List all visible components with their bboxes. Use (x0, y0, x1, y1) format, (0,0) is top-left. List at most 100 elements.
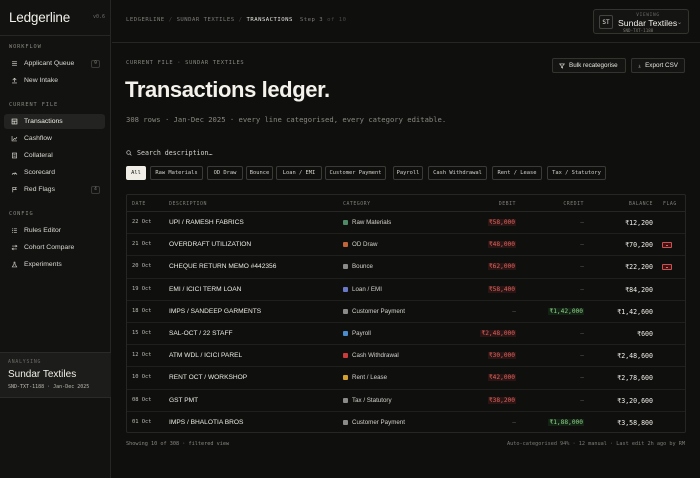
filter-chip-customer-payment[interactable]: Customer Payment (325, 166, 386, 180)
column-header-category[interactable]: CATEGORY (343, 201, 371, 207)
analysing-label: ANALYSING (8, 360, 42, 365)
category-label: Customer Payment (352, 307, 405, 315)
cell-debit: ₹48,000 (487, 241, 516, 249)
red-flag-icon[interactable] (662, 264, 672, 271)
filter-chip-rent-lease[interactable]: Rent / Lease (492, 166, 542, 180)
download-icon (638, 64, 641, 67)
list-icon (9, 227, 19, 234)
category-swatch (343, 286, 348, 292)
column-header-date[interactable]: DATE (132, 201, 146, 207)
analysing-name: Sundar Textiles (8, 369, 77, 380)
cell-date: 21 Oct (132, 241, 152, 248)
sidebar-item-experiments[interactable]: Experiments (4, 257, 105, 272)
filter-chip-all[interactable]: All (126, 166, 146, 180)
sidebar-item-cashflow[interactable]: Cashflow (4, 131, 105, 146)
cell-debit: ₹58,400 (487, 285, 516, 293)
filter-chip-payroll[interactable]: Payroll (393, 166, 423, 180)
transactions-table: DATE DESCRIPTION CATEGORY DEBIT CREDIT B… (126, 194, 686, 433)
category-tag[interactable]: Payroll (343, 330, 371, 337)
analysing-meta: SND-TXT-1188 · Jan-Dec 2025 (8, 384, 90, 390)
category-label: Loan / EMI (352, 285, 382, 293)
category-tag[interactable]: Rent / Lease (343, 374, 387, 381)
chart-icon (9, 135, 19, 142)
category-swatch (343, 419, 348, 425)
filter-chip-od-draw[interactable]: OD Draw (207, 166, 243, 180)
page-title: Transactions ledger. (125, 77, 330, 102)
table-footer-status: Auto-categorised 94% · 12 manual · Last … (506, 441, 685, 447)
category-tag[interactable]: Customer Payment (343, 308, 405, 315)
category-tag[interactable]: Raw Materials (343, 219, 391, 226)
filter-chip-tax-statutory[interactable]: Tax / Statutory (547, 166, 606, 180)
table-row[interactable]: 12 Oct ATM WDL / ICICI PAREL Cash Withdraw… (127, 345, 685, 368)
table-row[interactable]: 08 Oct GST PMT Tax / Statutory ₹38,200 – ₹3,2… (127, 390, 685, 412)
sidebar-item-collateral[interactable]: Collateral (4, 148, 105, 163)
table-row[interactable]: 18 Oct IMPS / SANDEEP GARMENTS Customer Pa… (127, 301, 685, 324)
category-tag[interactable]: Loan / EMI (343, 286, 382, 293)
sidebar-item-cohort-compare[interactable]: Cohort Compare (4, 240, 105, 255)
search-input[interactable] (137, 149, 417, 157)
breadcrumb-separator: / (238, 17, 243, 23)
category-swatch (343, 375, 348, 381)
category-tag[interactable]: Customer Payment (343, 419, 405, 426)
red-flag-icon[interactable] (662, 242, 672, 249)
sidebar-item-red-flags[interactable]: Red Flags 4 (4, 182, 105, 197)
table-row[interactable]: 10 Oct RENT OCT / WORKSHOP Rent / Lease ₹42… (127, 367, 685, 390)
sidebar-item-label: Experiments (24, 261, 62, 268)
category-tag[interactable]: OD Draw (343, 241, 377, 248)
cell-debit: – (512, 418, 516, 426)
analysing-panel: ANALYSING Sundar Textiles SND-TXT-1188 ·… (0, 352, 111, 398)
cell-date: 15 Oct (132, 330, 152, 336)
sidebar-item-label: New Intake (24, 77, 59, 84)
cell-debit: ₹42,000 (487, 374, 516, 382)
table-row[interactable]: 22 Oct UPI / RAMESH FABRICS Raw Materials ₹… (127, 212, 685, 235)
sidebar-item-new-intake[interactable]: New Intake (4, 73, 105, 88)
breadcrumb-item[interactable]: SUNDAR TEXTILES (177, 17, 235, 23)
column-header-description[interactable]: DESCRIPTION (169, 201, 207, 207)
table-row[interactable]: 19 Oct EMI / ICICI TERM LOAN Loan / EMI ₹58… (127, 279, 685, 301)
category-label: Payroll (352, 330, 371, 337)
viewing-name: Sundar Textiles (618, 18, 678, 28)
table-row[interactable]: 15 Oct SAL-OCT / 22 STAFF Payroll ₹2,48,000… (127, 323, 685, 346)
cell-description: GST PMT (169, 396, 199, 404)
table-row[interactable]: 01 Oct IMPS / BHALOTIA BROS Customer Payme… (127, 412, 685, 432)
bulk-recategorise-button[interactable]: Bulk recategorise (552, 58, 626, 73)
category-tag[interactable]: Cash Withdrawal (343, 352, 399, 359)
table-footer-count: Showing 10 of 308 · filtered view (126, 441, 230, 447)
sidebar-item-rules-editor[interactable]: Rules Editor (4, 223, 105, 238)
sidebar-item-label: Rules Editor (24, 227, 62, 234)
table-row[interactable]: 20 Oct CHEQUE RETURN MEMO #442356 Bounce ₹6… (127, 256, 685, 279)
column-header-debit[interactable]: DEBIT (499, 201, 516, 207)
category-label: Rent / Lease (352, 374, 388, 382)
sidebar-item-scorecard[interactable]: Scorecard (4, 165, 105, 180)
column-header-balance[interactable]: BALANCE (629, 201, 653, 207)
filter-chip-loan-emi[interactable]: Loan / EMI (276, 166, 322, 180)
export-csv-button[interactable]: Export CSV (631, 58, 685, 73)
category-swatch (343, 220, 348, 225)
sidebar-item-transactions[interactable]: Transactions (4, 114, 105, 129)
search-bar (126, 147, 426, 159)
entity-switcher[interactable]: ST VIEWING Sundar Textiles SND-TXT-1188 … (593, 9, 689, 34)
sidebar-item-label: Transactions (24, 118, 63, 125)
sidebar-item-applicant-queue[interactable]: Applicant Queue 9 (4, 56, 105, 71)
cell-description: IMPS / SANDEEP GARMENTS (169, 307, 262, 315)
cell-date: 10 Oct (132, 374, 152, 381)
category-label: OD Draw (352, 241, 378, 249)
step-total: of 10 (327, 17, 347, 23)
cell-credit: – (580, 263, 584, 271)
column-header-flag: FLAG (663, 201, 677, 207)
breadcrumb-item[interactable]: LEDGERLINE (126, 17, 165, 23)
section-label-config: CONFIG (9, 211, 34, 217)
category-tag[interactable]: Tax / Statutory (343, 397, 392, 404)
column-header-credit[interactable]: CREDIT (563, 201, 584, 207)
cell-balance: ₹2,48,600 (617, 352, 653, 361)
breadcrumb-current: TRANSACTIONS (246, 17, 293, 23)
sidebar-item-label: Red Flags (24, 186, 55, 193)
cell-balance: ₹70,200 (625, 241, 653, 250)
cell-description: UPI / RAMESH FABRICS (169, 219, 244, 226)
filter-chip-raw-materials[interactable]: Raw Materials (150, 166, 203, 180)
table-row[interactable]: 21 Oct OVERDRAFT UTILIZATION OD Draw ₹48,00… (127, 234, 685, 257)
category-tag[interactable]: Bounce (343, 263, 373, 270)
filter-chip-bounce[interactable]: Bounce (246, 166, 273, 180)
sidebar-item-label: Cashflow (24, 135, 52, 142)
filter-chip-cash-withdrawal[interactable]: Cash Withdrawal (428, 166, 487, 180)
